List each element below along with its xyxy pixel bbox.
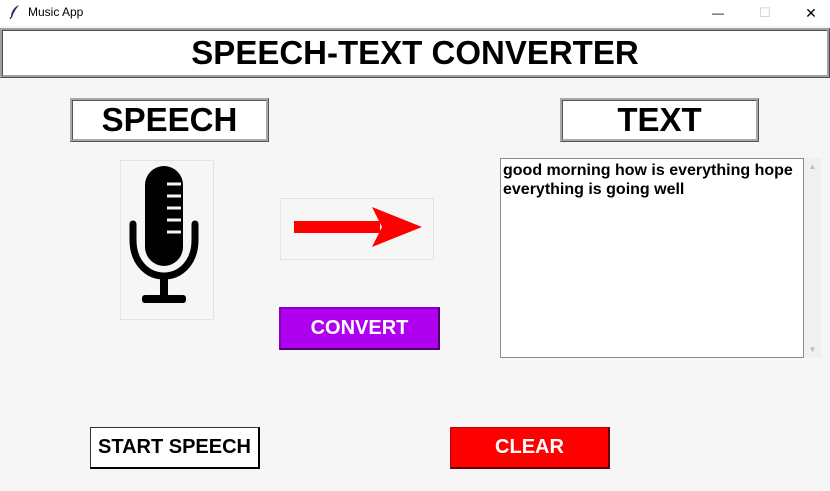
- minimize-icon: —: [712, 6, 724, 20]
- window-titlebar: Music App — ☐ ✕: [0, 0, 830, 26]
- output-scrollbar[interactable]: ▲ ▼: [804, 158, 821, 358]
- window-title: Music App: [28, 5, 84, 19]
- close-icon: ✕: [805, 4, 817, 21]
- app-client-area: SPEECH-TEXT CONVERTER SPEECH TEXT CONVER…: [0, 26, 830, 491]
- output-text-area[interactable]: good morning how is everything hope ever…: [500, 158, 804, 358]
- microphone-icon: [127, 165, 207, 315]
- clear-button[interactable]: CLEAR: [450, 427, 610, 469]
- scroll-up-icon[interactable]: ▲: [804, 158, 821, 175]
- scroll-down-icon[interactable]: ▼: [804, 341, 821, 358]
- speech-label: SPEECH: [70, 98, 269, 142]
- start-speech-button[interactable]: START SPEECH: [90, 427, 260, 469]
- microphone-panel: [120, 160, 214, 320]
- maximize-icon: ☐: [759, 5, 771, 20]
- minimize-button[interactable]: —: [695, 0, 741, 26]
- page-title: SPEECH-TEXT CONVERTER: [0, 28, 830, 78]
- convert-button[interactable]: CONVERT: [279, 307, 440, 350]
- right-arrow-icon: [290, 205, 424, 254]
- close-button[interactable]: ✕: [788, 0, 830, 26]
- text-label: TEXT: [560, 98, 759, 142]
- feather-icon: [8, 4, 22, 20]
- arrow-panel: [280, 198, 434, 260]
- maximize-button[interactable]: ☐: [742, 0, 788, 26]
